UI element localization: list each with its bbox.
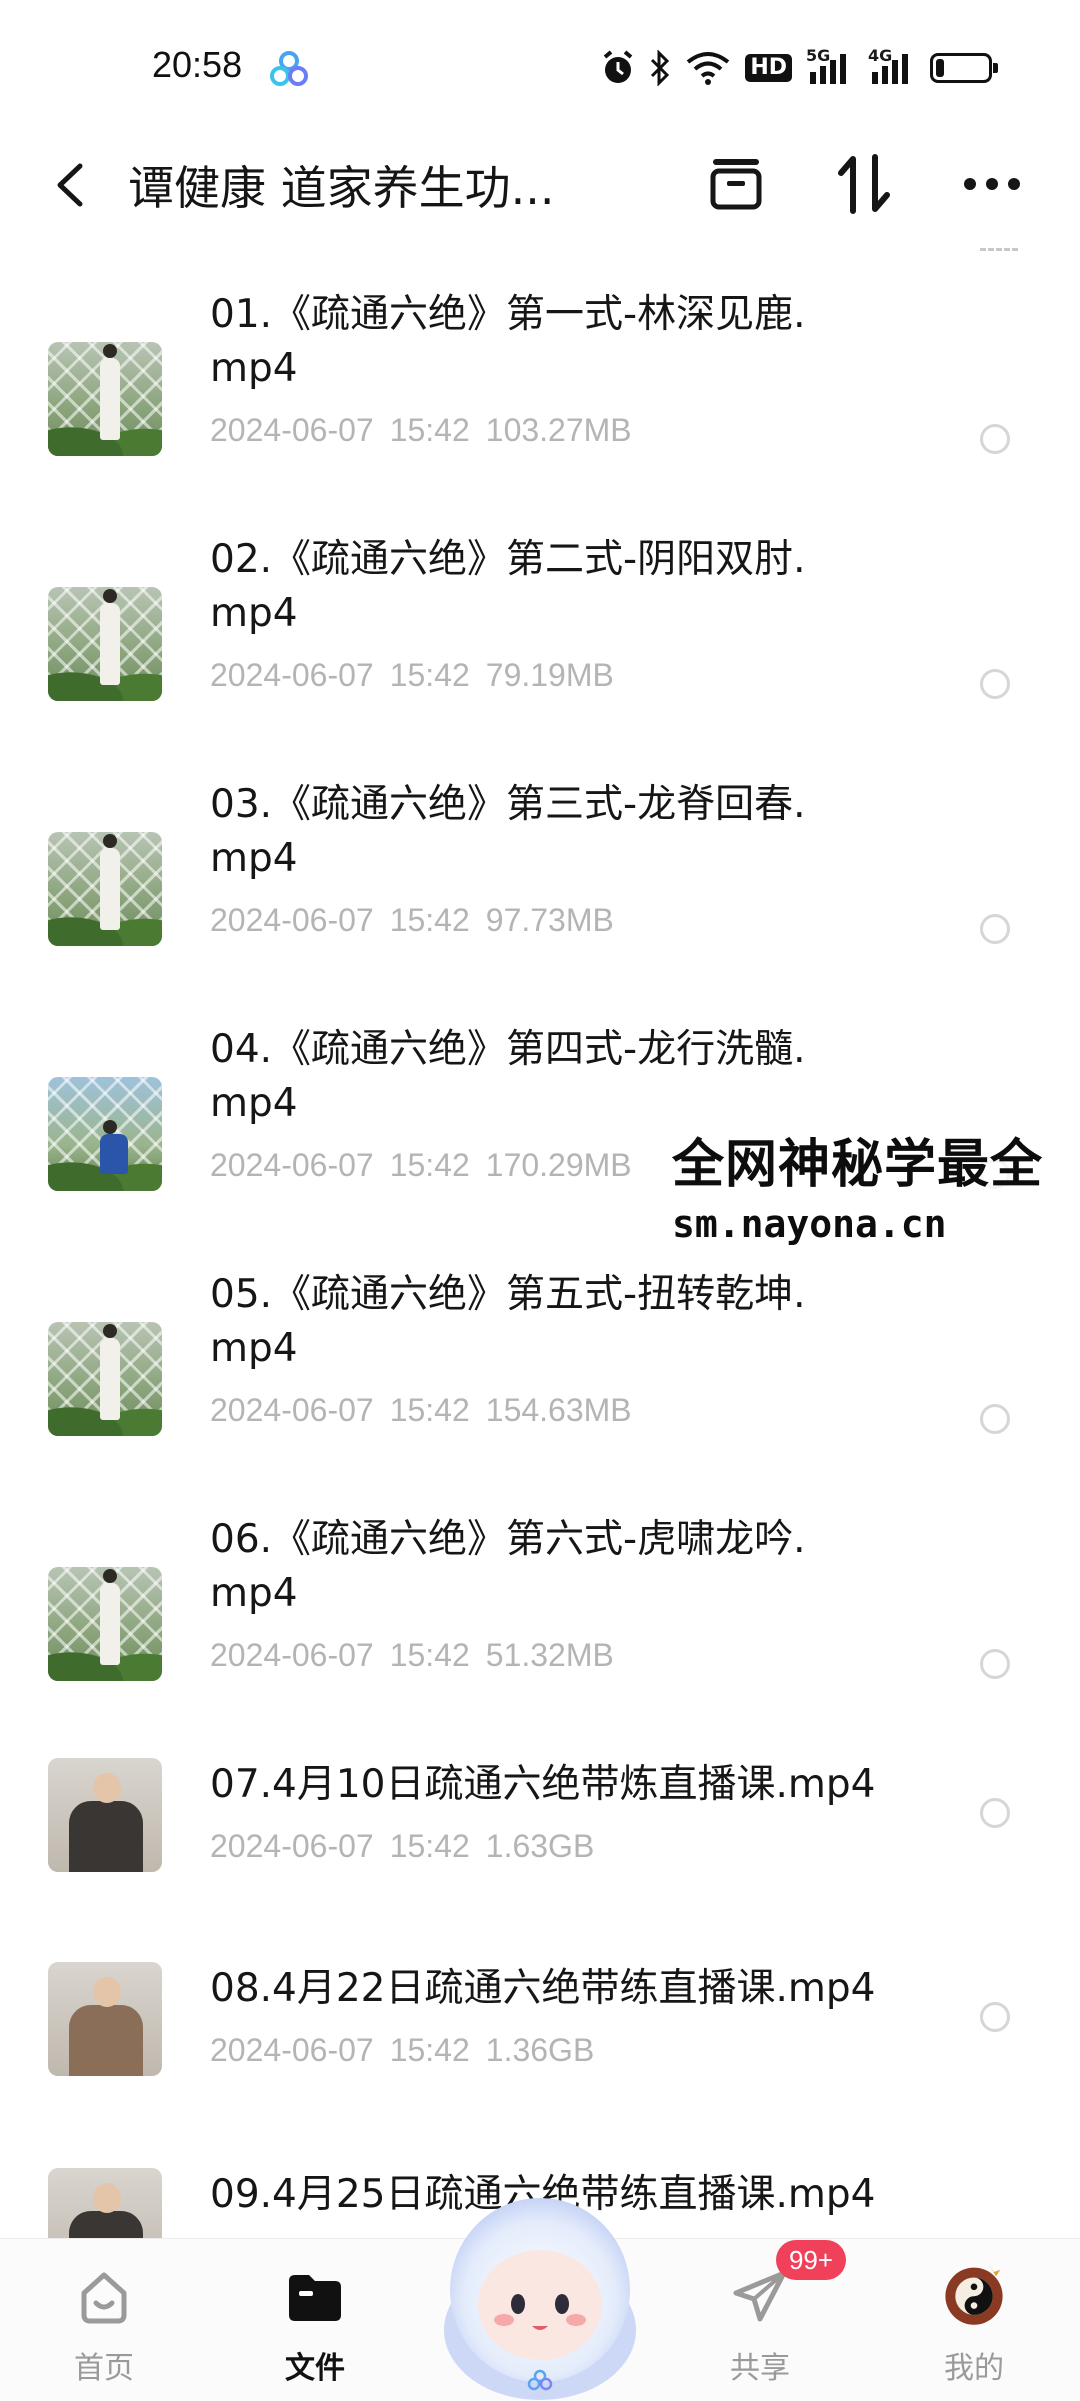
assistant-mascot-button[interactable] (428, 2180, 652, 2400)
video-thumbnail (48, 1567, 162, 1681)
file-name: 03.《疏通六绝》第三式-龙脊回春.mp4 (210, 782, 806, 881)
video-thumbnail (48, 587, 162, 701)
select-radio[interactable] (980, 2002, 1010, 2032)
page-title: 谭健康 道家养生功... (128, 161, 555, 215)
file-meta: 2024-06-07 15:42 79.19MB (210, 657, 614, 694)
file-name: 06.《疏通六绝》第六式-虎啸龙吟.mp4 (210, 1517, 806, 1616)
nav-profile[interactable]: 我的 (904, 2257, 1044, 2387)
select-radio[interactable] (980, 1649, 1010, 1679)
video-thumbnail (48, 1322, 162, 1436)
video-thumbnail (48, 1758, 162, 1872)
file-meta: 2024-06-07 15:42 1.36GB (210, 2032, 594, 2069)
file-date: 2024-06-07 (210, 1147, 374, 1183)
video-thumbnail (48, 1077, 162, 1191)
file-name: 05.《疏通六绝》第五式-扭转乾坤.mp4 (210, 1272, 806, 1371)
file-time: 15:42 (389, 2032, 470, 2068)
file-name: 07.4月10日疏通六绝带炼直播课.mp4 (210, 1762, 876, 1807)
hd-icon: HD (745, 54, 792, 82)
signal-5g-icon: 5G (806, 46, 854, 86)
file-size: 79.19MB (485, 657, 614, 693)
file-meta: 2024-06-07 15:42 51.32MB (210, 1637, 614, 1674)
select-radio[interactable] (980, 1798, 1010, 1828)
file-meta: 2024-06-07 15:42 154.63MB (210, 1392, 632, 1429)
file-date: 2024-06-07 (210, 657, 374, 693)
alarm-icon (604, 50, 633, 83)
nav-home-label: 首页 (74, 2351, 134, 2386)
select-radio[interactable] (980, 914, 1010, 944)
status-time: 20:58 (152, 44, 243, 85)
file-date: 2024-06-07 (210, 412, 374, 448)
nav-files[interactable]: 文件 (245, 2257, 385, 2387)
folder-icon (289, 2275, 341, 2321)
file-meta: 2024-06-07 15:42 1.63GB (210, 1828, 594, 1865)
status-bar: 20:58 HD 5G 4G (0, 0, 1080, 130)
nav-share-label: 共享 (730, 2351, 790, 2386)
file-size: 154.63MB (485, 1392, 632, 1428)
watermark: 全网神秘学最全 sm.nayona.cn (672, 1132, 1080, 1250)
select-radio[interactable] (980, 669, 1010, 699)
archive-icon (710, 159, 762, 210)
more-button[interactable] (956, 148, 1028, 220)
file-size: 97.73MB (485, 902, 614, 938)
file-size: 103.27MB (485, 412, 632, 448)
bluetooth-icon (651, 50, 670, 86)
file-size: 1.36GB (485, 2032, 595, 2068)
video-thumbnail (48, 832, 162, 946)
file-meta: 2024-06-07 15:42 103.27MB (210, 412, 632, 449)
sort-icon (838, 154, 890, 214)
file-time: 15:42 (389, 657, 470, 693)
share-badge: 99+ (776, 2240, 846, 2280)
file-time: 15:42 (389, 1637, 470, 1673)
file-meta: 2024-06-07 15:42 97.73MB (210, 902, 614, 939)
back-icon[interactable] (48, 158, 96, 212)
battery-level (936, 59, 944, 77)
file-name: 04.《疏通六绝》第四式-龙行洗髓.mp4 (210, 1027, 806, 1126)
more-icon (964, 178, 1020, 190)
nav-home[interactable]: 首页 (34, 2257, 174, 2387)
home-icon (81, 2272, 127, 2324)
file-size: 170.29MB (485, 1147, 632, 1183)
file-time: 15:42 (389, 902, 470, 938)
file-time: 15:42 (389, 1147, 470, 1183)
select-radio[interactable] (980, 1404, 1010, 1434)
video-thumbnail (48, 2168, 162, 2238)
file-name: 08.4月22日疏通六绝带练直播课.mp4 (210, 1966, 876, 2011)
file-time: 15:42 (389, 412, 470, 448)
cloud-app-icon (270, 51, 308, 86)
sort-button[interactable] (828, 148, 900, 220)
status-icons: HD 5G 4G (601, 46, 998, 88)
video-thumbnail (48, 1962, 162, 2076)
file-meta: 2024-06-07 15:42 170.29MB (210, 1147, 632, 1184)
watermark-text: 全网神秘学最全 (672, 1135, 1044, 1195)
archive-button[interactable] (700, 148, 772, 220)
signal-4g-icon: 4G (868, 46, 916, 86)
file-size: 1.63GB (485, 1828, 595, 1864)
video-thumbnail (48, 342, 162, 456)
scroll-hint (980, 248, 1018, 257)
signal-5g-label: 5G (806, 46, 831, 65)
file-size: 51.32MB (485, 1637, 614, 1673)
nav-profile-label: 我的 (944, 2351, 1004, 2386)
file-date: 2024-06-07 (210, 1392, 374, 1428)
watermark-url: sm.nayona.cn (672, 1202, 947, 1246)
file-date: 2024-06-07 (210, 1828, 374, 1864)
send-icon (733, 2270, 787, 2322)
avatar-icon (945, 2265, 1003, 2325)
wifi-icon (687, 52, 730, 85)
file-name: 01.《疏通六绝》第一式-林深见鹿.mp4 (210, 292, 806, 391)
select-radio[interactable] (980, 424, 1010, 454)
nav-files-label: 文件 (285, 2351, 345, 2386)
file-time: 15:42 (389, 1828, 470, 1864)
signal-4g-label: 4G (868, 46, 893, 65)
file-name: 02.《疏通六绝》第二式-阴阳双肘.mp4 (210, 537, 806, 636)
file-date: 2024-06-07 (210, 902, 374, 938)
file-time: 15:42 (389, 1392, 470, 1428)
file-date: 2024-06-07 (210, 2032, 374, 2068)
file-date: 2024-06-07 (210, 1637, 374, 1673)
battery-icon (930, 53, 998, 83)
top-bar: 谭健康 道家养生功... (0, 130, 1080, 240)
